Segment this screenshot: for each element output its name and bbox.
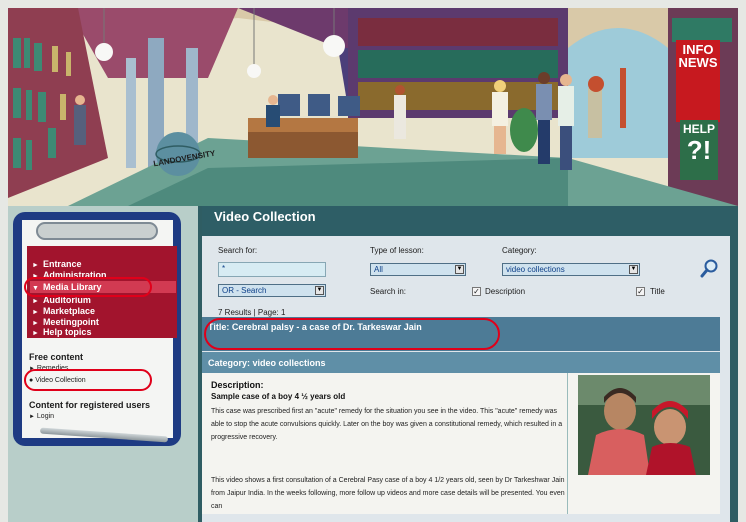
page-title: Video Collection [214,209,316,224]
clipboard-clip-icon [36,222,158,240]
nav-item-label: Entrance [42,259,82,269]
title-checkbox-label: Title [650,287,665,296]
category-select[interactable]: video collections ▼ [502,263,640,276]
nav-item-help-topics[interactable]: ► Help topics [30,326,176,338]
nav-item-label: Help topics [42,327,92,337]
free-content-heading: Free content [29,352,84,362]
category-value: video collections [506,265,565,274]
triangle-right-icon: ► [32,330,39,337]
video-thumbnail[interactable] [578,375,710,475]
highlight-ring-result-title [204,318,500,350]
search-input[interactable]: * [218,262,326,277]
triangle-right-icon: ► [32,309,39,316]
triangle-right-icon: ► [29,414,35,420]
highlight-ring-media-library [24,277,152,297]
description-checkbox-label: Description [485,287,526,296]
chevron-down-icon: ▼ [455,265,464,274]
registered-content-heading: Content for registered users [29,400,151,410]
highlight-ring-video-collection [24,369,152,391]
search-mode-select[interactable]: OR - Search ▼ [218,284,326,297]
description-heading: Description: [211,380,264,390]
search-in-label: Search in: [370,287,407,296]
search-mode-value: OR - Search [222,286,267,295]
news-label: NEWS [678,55,718,70]
info-news-button[interactable]: INFO NEWS [676,40,720,122]
description-paragraph-2: This video shows a first consultation of… [211,477,565,510]
type-of-lesson-select[interactable]: All ▼ [370,263,466,276]
results-summary: 7 Results | Page: 1 [218,308,286,317]
triangle-right-icon: ► [32,298,39,305]
search-for-label: Search for: [218,246,258,255]
title-checkbox[interactable]: ✓ [636,287,645,296]
chevron-down-icon: ▼ [629,265,638,274]
description-paragraph-1: This case was prescribed first an "acute… [211,408,563,441]
category-label: Category: [502,246,537,255]
result-category: Category: video collections [208,358,326,368]
type-of-lesson-label: Type of lesson: [370,246,424,255]
type-of-lesson-value: All [374,265,383,274]
search-icon[interactable] [700,259,718,279]
video-thumbnail-image [578,375,710,475]
library-hero-illustration: LANDOVENSITY [8,8,738,206]
nav-item-label: Login [36,413,55,420]
library-scene [8,8,738,206]
help-button[interactable]: HELP ?! [680,120,718,180]
help-mark: ?! [686,135,712,165]
description-checkbox[interactable]: ✓ [472,287,481,296]
nav-item-label: Marketplace [42,306,95,316]
chevron-down-icon: ▼ [315,286,324,295]
nav-item-login[interactable]: ► Login [29,413,54,420]
description-subtitle: Sample case of a boy 4 ½ years old [211,392,346,401]
help-label: HELP [682,122,715,136]
triangle-right-icon: ► [32,262,39,269]
